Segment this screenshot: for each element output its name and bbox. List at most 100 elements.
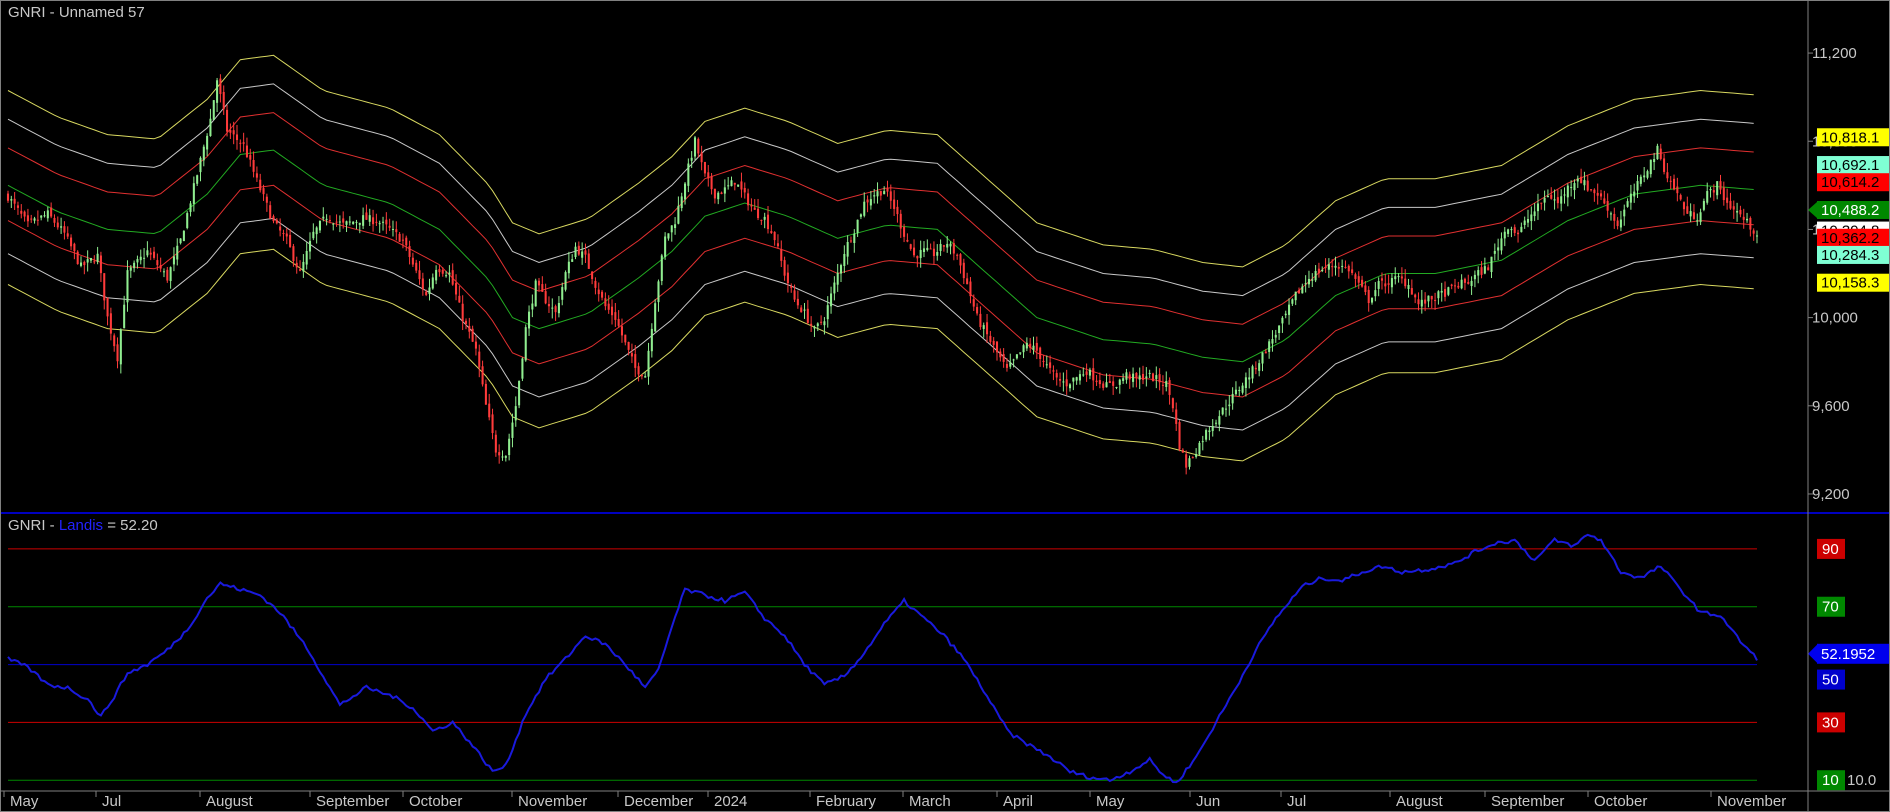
candle-up (86, 259, 89, 263)
candle-up (129, 267, 132, 271)
candle-up (428, 287, 431, 295)
candle-up (727, 185, 730, 187)
candle-down (995, 341, 999, 353)
candle-up (1520, 226, 1523, 233)
candle-up (1278, 325, 1281, 334)
candle-up (1251, 366, 1254, 379)
candle-down (1400, 276, 1403, 279)
candle-up (557, 302, 560, 314)
candle-down (1171, 398, 1174, 409)
candle-down (720, 192, 723, 194)
candle-up (1397, 276, 1400, 278)
candle-down (20, 210, 23, 214)
candle-down (1361, 279, 1364, 287)
candle-down (388, 225, 391, 228)
candle-up (1553, 199, 1556, 201)
candle-up (1072, 377, 1075, 382)
candle-down (279, 226, 282, 231)
candle-down (743, 187, 746, 193)
candle-up (1258, 363, 1261, 371)
candle-up (212, 100, 215, 120)
candle-up (564, 272, 567, 290)
candle-down (584, 250, 587, 255)
candle-up (10, 199, 13, 201)
candle-down (1151, 373, 1155, 382)
candle-down (1606, 200, 1609, 211)
candle-down (1414, 294, 1417, 298)
candle-down (1112, 381, 1115, 386)
candle-down (929, 248, 932, 250)
candle-down (1596, 192, 1599, 196)
candle-down (1264, 351, 1267, 354)
candle-down (484, 383, 487, 405)
candle-down (1102, 383, 1105, 388)
candle-down (113, 335, 116, 347)
candle-up (501, 456, 504, 458)
candle-up (1088, 369, 1091, 376)
candle-down (976, 307, 979, 314)
candle-up (448, 272, 451, 275)
date-tick-label: August (206, 793, 254, 810)
candle-up (1188, 458, 1191, 467)
candle-down (259, 179, 262, 191)
candle-up (833, 282, 836, 294)
chart-background (0, 0, 1890, 812)
candle-up (332, 223, 335, 225)
candle-up (730, 180, 733, 187)
candle-down (992, 340, 995, 345)
candle-up (581, 251, 584, 258)
candle-up (684, 183, 687, 200)
candle-down (265, 196, 268, 203)
candle-down (796, 298, 799, 306)
candle-down (1580, 176, 1583, 184)
candle-up (1560, 196, 1563, 204)
candle-down (226, 109, 229, 132)
date-tick-label: September (1491, 793, 1564, 810)
candle-down (810, 323, 813, 326)
candle-up (1288, 304, 1291, 315)
candle-down (637, 366, 640, 375)
candle-up (1082, 374, 1085, 376)
candle-up (1656, 145, 1659, 160)
candle-down (617, 318, 620, 326)
candle-down (365, 212, 368, 220)
candle-down (577, 245, 580, 255)
candle-up (843, 253, 846, 266)
candle-up (368, 215, 371, 222)
candle-up (79, 262, 83, 266)
candle-up (1507, 229, 1510, 234)
candle-up (830, 293, 833, 307)
candle-up (1294, 291, 1297, 301)
candle-down (1669, 180, 1672, 182)
candle-up (1201, 441, 1204, 443)
candle-down (630, 353, 633, 357)
candle-down (76, 251, 79, 265)
candle-up (680, 196, 683, 209)
candle-up (693, 137, 697, 157)
level-label: 50 (1822, 672, 1839, 689)
candle-up (338, 221, 341, 223)
date-tick-label: Jul (102, 793, 121, 810)
candle-down (1108, 381, 1111, 384)
last-value-label: 10,818.1 (1821, 129, 1879, 146)
candle-up (1125, 372, 1128, 380)
date-tick-label: Jul (1287, 793, 1306, 810)
candle-down (780, 249, 783, 261)
candle-up (1025, 342, 1028, 349)
candle-down (1331, 266, 1334, 268)
candle-up (312, 231, 315, 239)
candle-up (1218, 416, 1221, 425)
candle-down (627, 341, 630, 350)
candle-up (1709, 188, 1712, 191)
candle-up (1062, 381, 1065, 383)
candle-down (401, 239, 404, 241)
candle-down (1367, 289, 1370, 304)
candle-down (889, 191, 892, 201)
candle-up (1503, 231, 1506, 239)
candle-up (1699, 212, 1702, 223)
candle-down (53, 217, 56, 223)
candle-up (378, 223, 381, 225)
candle-up (43, 215, 46, 217)
candle-up (33, 218, 36, 221)
candle-up (1427, 295, 1430, 302)
